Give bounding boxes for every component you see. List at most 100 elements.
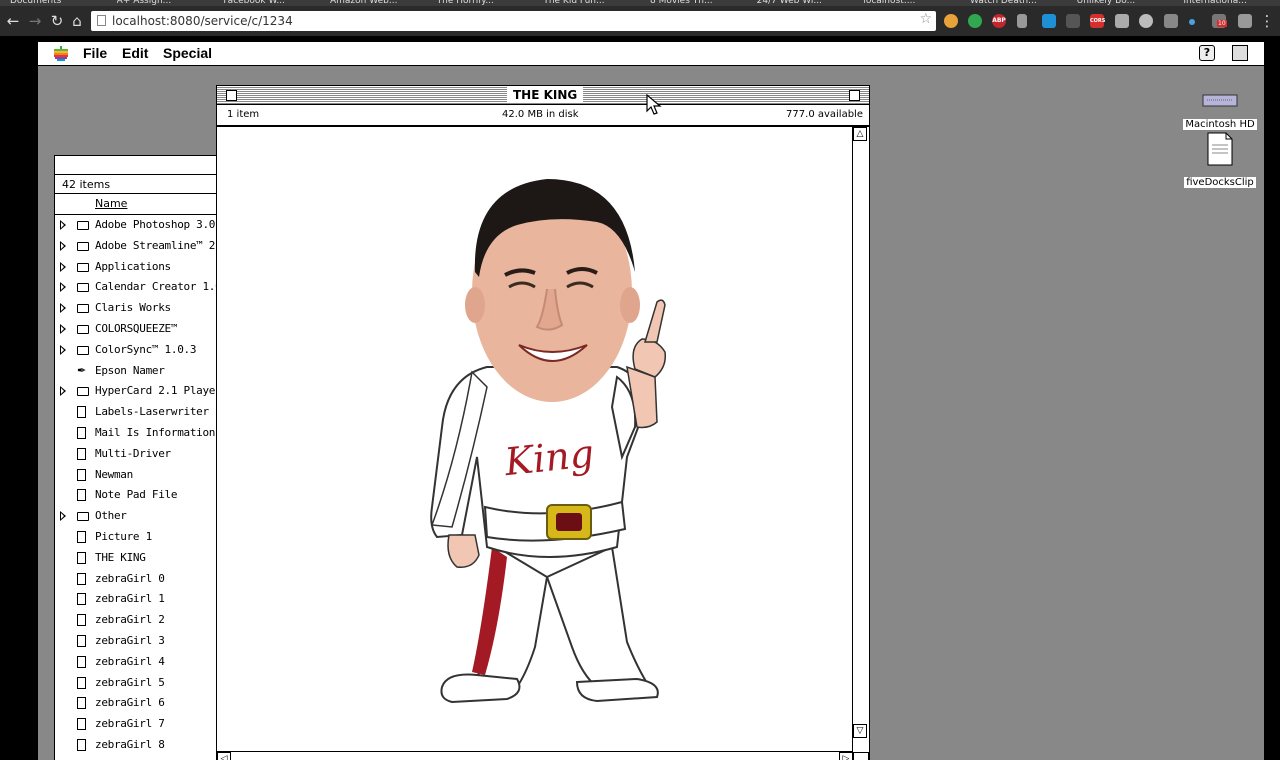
help-balloon-icon[interactable]: ? [1199,45,1215,61]
list-item[interactable]: Mail Is Information [55,423,235,443]
vertical-scrollbar[interactable]: △ ▽ [852,127,869,752]
list-item[interactable]: Other [55,506,235,526]
macintosh-hd-icon[interactable]: Macintosh HD [1180,92,1260,131]
lock-extension-icon[interactable] [1017,14,1027,28]
back-arrow-icon[interactable]: ← [4,12,22,30]
close-box[interactable] [226,90,237,101]
disclosure-triangle-icon [60,470,66,480]
list-item[interactable]: Applications [55,257,235,277]
apple-logo-icon[interactable] [54,46,68,61]
list-item[interactable]: zebraGirl 0 [55,569,235,589]
list-item[interactable]: Adobe Streamline™ 2.2 [55,236,235,256]
the-king-cartoon: King [430,179,667,704]
list-item[interactable]: Calendar Creator 1.01 [55,277,235,297]
pocket-extension-icon[interactable] [1164,14,1178,28]
list-item[interactable]: THE KING [55,548,235,568]
disclosure-triangle-icon [60,740,66,750]
disclosure-triangle-icon[interactable] [60,324,66,334]
list-item[interactable]: Note Pad File [55,485,235,505]
list-item[interactable]: Adobe Photoshop 3.0 [55,215,235,235]
disclosure-triangle-icon[interactable] [60,511,66,522]
list-item[interactable]: Labels-Laserwriter [55,402,235,422]
menu-icon[interactable]: ⋮ [1258,12,1276,30]
menu-file[interactable]: File [83,45,107,61]
list-item[interactable]: zebraGirl 4 [55,652,235,672]
adblock-extension-icon[interactable]: ABP [992,14,1006,28]
file-icon [77,572,86,585]
file-icon [77,655,86,668]
window-title-bar[interactable]: THE KING [217,86,869,105]
cors-extension-icon[interactable]: CORS [1090,14,1105,28]
menu-edit[interactable]: Edit [122,45,148,61]
list-item[interactable]: Claris Works [55,298,235,318]
list-item[interactable]: Multi-Driver [55,444,235,464]
bookmark-star-icon[interactable]: ☆ [919,11,932,27]
list-item-label: Claris Works [95,301,171,315]
compass-extension-icon[interactable] [1139,14,1153,28]
file-icon [77,697,86,710]
list-item-label: THE KING [95,550,146,564]
file-icon [77,551,86,564]
dot-extension-icon[interactable] [1189,19,1195,25]
scroll-right-arrow-icon[interactable]: ▷ [839,752,853,760]
list-item-label: Epson Namer [95,363,165,377]
checkbox-extension-icon[interactable] [1042,14,1056,28]
list-item-label: zebraGirl 6 [95,696,165,710]
disclosure-triangle-icon[interactable] [60,303,66,314]
menu-special[interactable]: Special [163,45,212,61]
disclosure-triangle-icon[interactable] [60,261,66,272]
disclosure-triangle-icon[interactable] [60,220,66,230]
list-item-label: Adobe Photoshop 3.0 [95,218,216,231]
list-item[interactable]: Newman [55,465,235,485]
list-item[interactable]: ColorSync™ 1.0.3 [55,340,235,360]
fivedocksclip-icon[interactable]: fiveDocksClip [1180,132,1260,189]
list-item[interactable]: HyperCard 2.1 Player [55,381,235,401]
list-item[interactable]: zebraGirl 7 [55,714,235,734]
disclosure-triangle-icon [60,490,66,500]
finder-list-window[interactable]: 42 items Name Adobe Photoshop 3.0 Adobe S… [54,155,236,760]
list-item[interactable]: Picture 1 [55,527,235,547]
list-item-label: Multi-Driver [95,446,171,460]
forward-arrow-icon[interactable]: → [26,12,44,30]
scroll-left-arrow-icon[interactable]: ◁ [217,752,231,760]
list-item-label: COLORSQUEEZE™ [95,322,178,335]
scroll-down-arrow-icon[interactable]: ▽ [853,724,867,738]
horizontal-scrollbar[interactable]: ◁ ▷ [217,751,853,760]
list-item[interactable]: zebraGirl 6 [55,693,235,713]
list-item[interactable]: zebraGirl 2 [55,610,235,630]
application-menu-icon[interactable] [1232,45,1248,61]
list-item[interactable]: zebraGirl 1 [55,589,235,609]
emulator-screen[interactable]: File Edit Special ? 42 items Name Adobe … [38,42,1264,760]
disclosure-triangle-icon[interactable] [60,282,66,293]
reload-icon[interactable]: ↻ [48,12,66,30]
list-item-label: zebraGirl 7 [95,717,165,731]
the-king-window[interactable]: THE KING 1 item 42.0 MB in disk 777.0 av… [216,85,870,760]
list-item[interactable]: ✒ Epson Namer [55,361,235,381]
list-window-title-bar[interactable] [55,156,235,175]
list-item[interactable]: zebraGirl 5 [55,673,235,693]
list-item[interactable]: zebraGirl 3 [55,631,235,651]
cast-icon[interactable] [1066,14,1080,28]
disclosure-triangle-icon[interactable] [60,386,66,397]
window-title: THE KING [507,87,584,103]
item-count-label: 1 item [227,109,260,120]
list-item-label: zebraGirl 5 [95,675,165,689]
zoom-box[interactable] [849,90,860,101]
resize-box[interactable] [853,752,869,760]
home-icon[interactable]: ⌂ [68,12,86,30]
disclosure-triangle-icon[interactable] [60,240,66,251]
disclosure-triangle-icon [60,449,66,459]
list-item[interactable]: zebraGirl 8 [55,735,235,755]
disclosure-triangle-icon [60,678,66,688]
cookie-extension-icon[interactable] [944,14,958,28]
wifi-extension-icon[interactable]: 10 [1212,14,1227,28]
puzzle-extension-icon[interactable] [1238,14,1252,28]
list-item[interactable]: COLORSQUEEZE™ [55,319,235,339]
address-bar[interactable]: localhost:8080/service/c/1234 ☆ [91,11,936,31]
name-column-header[interactable]: Name [55,193,235,215]
scroll-up-arrow-icon[interactable]: △ [853,127,867,141]
disclosure-triangle-icon [60,366,66,376]
green-extension-icon[interactable] [968,14,982,28]
disclosure-triangle-icon[interactable] [60,344,66,355]
copy-extension-icon[interactable] [1115,14,1129,28]
